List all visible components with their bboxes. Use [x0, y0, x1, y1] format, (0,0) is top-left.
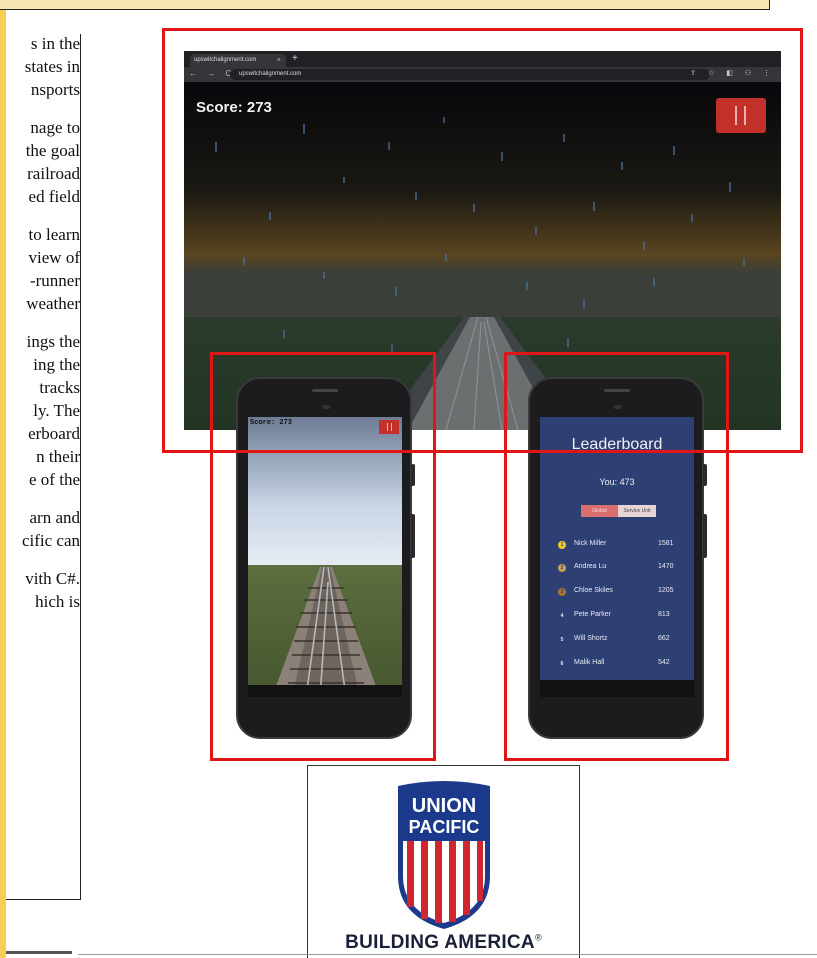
article-line: tracks	[39, 378, 80, 397]
article-line: nsports	[30, 80, 80, 99]
article-line: railroad	[27, 164, 80, 183]
logo-bottom-word: PACIFIC	[409, 817, 480, 837]
article-line: to learn	[28, 225, 80, 244]
article-line: e of the	[29, 470, 80, 489]
article-line: ings the	[26, 332, 80, 351]
union-pacific-shield-logo: UNION PACIFIC	[398, 781, 490, 929]
footer-mark	[6, 951, 72, 954]
article-line: view of	[28, 248, 80, 267]
article-line: hich is	[35, 592, 80, 611]
article-line: the goal	[25, 141, 80, 160]
article-line: ly. The	[33, 401, 80, 420]
article-text-column: s in the states in nsports nage to the g…	[6, 34, 81, 900]
article-line: nage to	[30, 118, 80, 137]
article-line: arn and	[29, 508, 80, 527]
logo-tagline: BUILDING AMERICA®	[308, 932, 579, 954]
article-line: cific can	[21, 531, 80, 550]
top-text-box-edge	[0, 0, 770, 10]
logo-top-word: UNION	[412, 795, 476, 817]
highlight-frame-phone-game	[210, 352, 436, 761]
highlight-frame-phone-leaderboard	[504, 352, 729, 761]
article-line: ed field	[28, 187, 80, 206]
registered-mark: ®	[534, 932, 542, 943]
article-line: ing the	[33, 355, 80, 374]
union-pacific-logo-card: UNION PACIFIC BUILDING AMERICA®	[307, 765, 580, 958]
article-line: s in the	[30, 34, 80, 53]
article-line: states in	[24, 57, 80, 76]
article-line: weather	[26, 294, 80, 313]
tagline-text: BUILDING AMERICA	[345, 932, 535, 953]
article-line: -runner	[29, 271, 80, 290]
article-line: n their	[36, 447, 80, 466]
footer-rule	[78, 954, 817, 955]
article-line: erboard	[28, 424, 80, 443]
article-line: vith C#.	[25, 569, 80, 588]
